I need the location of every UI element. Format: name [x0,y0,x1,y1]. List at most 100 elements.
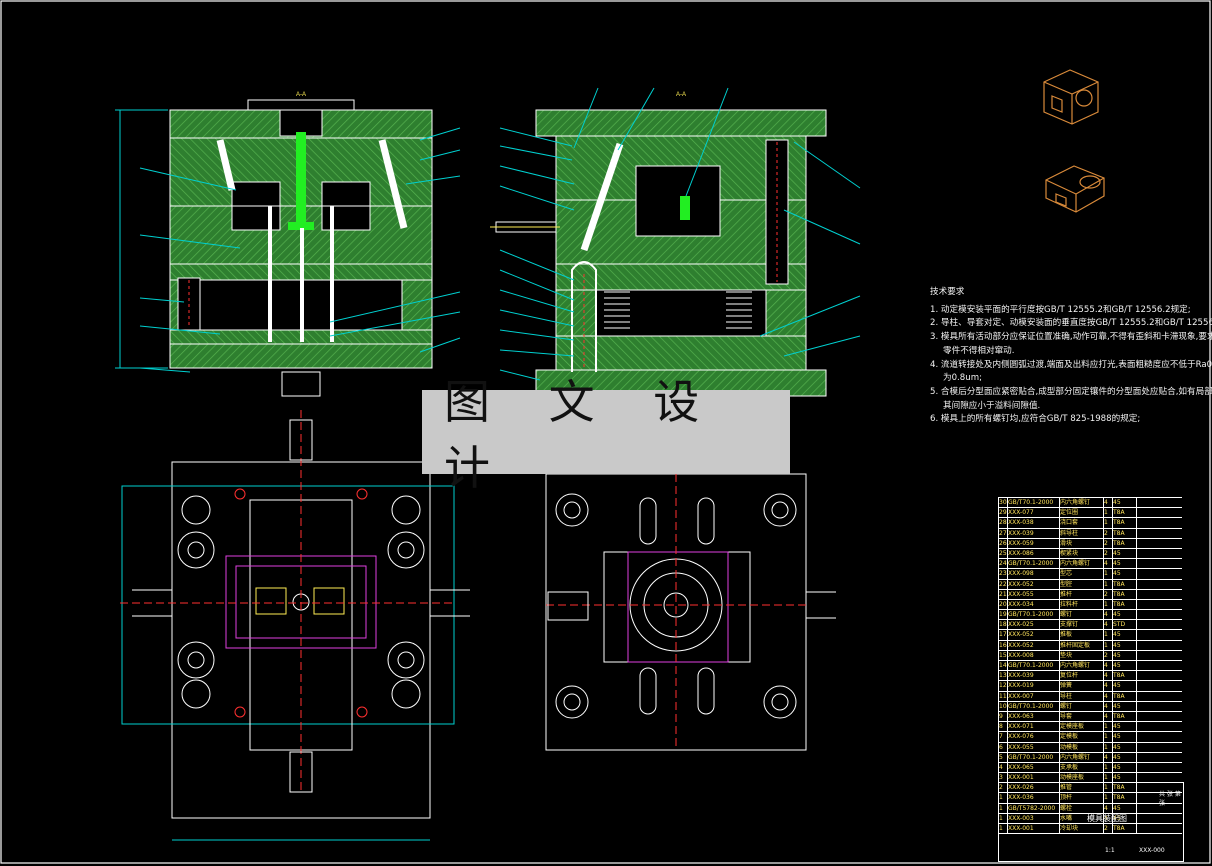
bom-cell-name: 内六角螺钉 [1059,661,1104,671]
bom-cell-note [1136,630,1183,640]
bom-cell-code: XXX-052 [1007,579,1060,589]
bom-cell-note [1136,661,1183,671]
bom-cell-note [1136,589,1183,599]
right-section-view [490,87,861,397]
bom-row: 21 XXX-055 推杆 2 T8A [998,589,1183,600]
bom-cell-note [1136,752,1183,762]
bom-cell-note [1136,579,1183,589]
bom-cell-note [1136,762,1183,773]
title-block: 模具装配图 1:1 XXX-000 共 张 第 张 [998,782,1184,862]
bom-cell-code: XXX-055 [1007,589,1060,599]
bom-row: 29 XXX-077 定位圈 1 T8A [998,508,1182,519]
bom-cell-name: 推杆固定板 [1059,640,1104,650]
bom-cell-code: GB/T70.1-2000 [1007,498,1060,508]
bom-cell-code: XXX-025 [1007,620,1060,630]
bom-cell-code: XXX-086 [1007,548,1060,559]
bom-cell-mat: 45 [1112,742,1137,752]
bom-cell-name: 定模座板 [1059,722,1104,732]
bom-row: 12 XXX-019 弹簧 4 45 [998,681,1182,692]
bom-cell-code: XXX-077 [1007,508,1060,518]
bom-row: 5 GB/T70.1-2000 内六角螺钉 4 45 [998,752,1183,763]
bom-cell-note [1136,711,1183,722]
bom-cell-mat: 45 [1112,610,1137,620]
bom-cell-note [1136,742,1183,752]
bom-cell-name: 动模座板 [1059,773,1104,783]
bom-row: 17 XXX-052 推板 1 45 [998,630,1183,641]
bom-cell-note [1136,620,1183,630]
bom-cell-name: 定位圈 [1059,508,1104,518]
bom-cell-mat: T8A [1112,579,1137,589]
bom-row: 26 XXX-059 滑块 2 T8A [998,538,1182,549]
bom-cell-mat: T8A [1112,528,1137,538]
section-label-right: A-A [676,92,686,98]
bom-cell-mat: T8A [1112,691,1137,701]
bom-cell-name: 导柱 [1059,691,1104,701]
bom-cell-mat: T8A [1112,711,1137,722]
part-isometric-top [1043,69,1099,125]
bom-cell-note [1136,610,1183,620]
bom-cell-mat: 45 [1112,650,1137,660]
bom-cell-note [1136,701,1183,711]
bom-cell-name: 内六角螺钉 [1059,498,1104,508]
bom-cell-name: 定模板 [1059,732,1104,742]
note-3: 3. 模具所有活动部分应保证位置准确,动作可靠,不得有歪斜和卡滞现象,要求固定的 [930,332,1212,343]
part-isometric-bottom [1045,165,1105,213]
bom-row: 24 GB/T70.1-2000 内六角螺钉 4 45 [998,559,1182,570]
bom-cell-code: GB/T70.1-2000 [1007,559,1060,569]
bom-cell-code: XXX-039 [1007,671,1060,681]
bom-row: 10 GB/T70.1-2000 螺钉 4 45 [998,701,1183,712]
bom-cell-name: 滑块 [1059,538,1104,548]
bom-cell-note [1136,650,1183,660]
bom-cell-note [1136,528,1183,538]
bom-cell-name: 支撑钉 [1059,620,1104,630]
bom-row: 18 XXX-025 支撑钉 4 STD [998,620,1183,631]
bom-cell-note [1136,569,1183,579]
bom-row: 23 XXX-098 型芯 1 45 [998,569,1183,580]
bom-cell-name: 拉料杆 [1059,599,1104,610]
note-5: 5. 合模后分型面应紧密贴合,成型部分固定镶件的分型面处应贴合,如有局部间隙, [930,386,1212,397]
bom-cell-mat: T8A [1112,599,1137,610]
notes-title: 技术要求 [930,287,965,297]
bom-cell-mat: 45 [1112,762,1137,773]
bom-cell-code: GB/T70.1-2000 [1007,610,1060,620]
bom-cell-mat: 45 [1112,681,1137,691]
bom-cell-code: XXX-038 [1007,518,1060,528]
bom-cell-code: XXX-007 [1007,691,1060,701]
bom-row: 4 XXX-065 支承板 1 45 [998,762,1183,774]
bom-cell-code: GB/T70.1-2000 [1007,661,1060,671]
bom-cell-name: 复位杆 [1059,671,1104,681]
technical-requirements: 技术要求 1. 动定模安装平面的平行度按GB/T 12555.2和GB/T 12… [930,286,1212,427]
bom-row: 11 XXX-007 导柱 4 T8A [998,691,1182,702]
bom-cell-note [1136,732,1183,742]
section-label-left: A-A [296,92,306,98]
bom-row: 22 XXX-052 型腔 1 T8A [998,579,1183,590]
bom-cell-code: XXX-071 [1007,722,1060,732]
bom-cell-mat: 45 [1112,773,1137,783]
bom-cell-name: 垫块 [1059,650,1104,660]
bom-cell-code: XXX-008 [1007,650,1060,660]
bom-cell-note [1136,518,1183,528]
bom-cell-mat: 45 [1112,722,1137,732]
bom-cell-name: 内六角螺钉 [1059,559,1104,569]
bom-cell-name: 型芯 [1059,569,1104,579]
note-4-cont: 为0.8um; [943,373,982,384]
bom-cell-name: 弹簧 [1059,681,1104,691]
bom-cell-name: 内六角螺钉 [1059,752,1104,762]
bom-cell-name: 楔紧块 [1059,548,1104,559]
bom-cell-code: XXX-065 [1007,762,1060,773]
bom-cell-note [1136,498,1183,508]
bom-cell-code: XXX-098 [1007,569,1060,579]
bom-row: 14 GB/T70.1-2000 内六角螺钉 4 45 [998,661,1183,672]
bom-cell-mat: 45 [1112,701,1137,711]
bom-row: 7 XXX-076 定模板 1 45 [998,732,1183,743]
bom-cell-mat: T8A [1112,538,1137,548]
drawing-title: 模具装配图 [1087,814,1127,823]
bom-cell-name: 螺钉 [1059,701,1104,711]
bom-cell-mat: T8A [1112,589,1137,599]
bom-cell-mat: 45 [1112,569,1137,579]
bom-cell-note [1136,548,1183,559]
bom-row: 6 XXX-055 动模板 1 45 [998,742,1183,753]
note-5-cont: 其间隙应小于溢料间隙值. [943,400,1041,411]
bom-cell-note [1136,599,1183,610]
bom-cell-name: 斜导柱 [1059,528,1104,538]
